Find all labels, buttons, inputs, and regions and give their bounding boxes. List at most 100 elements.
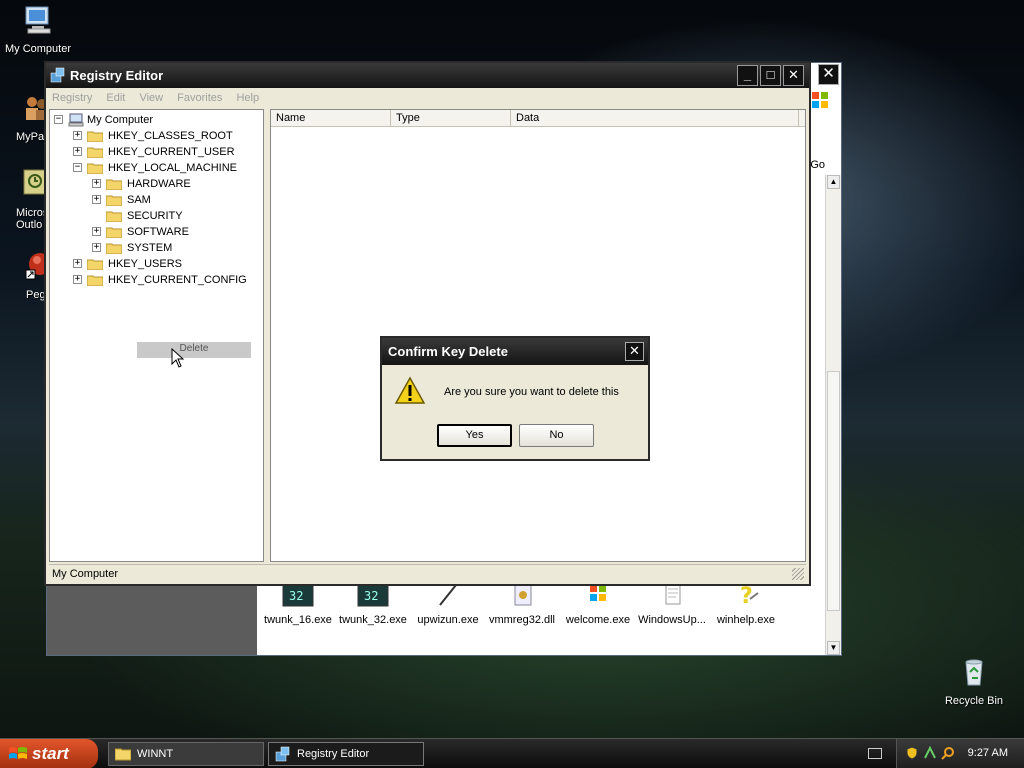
scroll-up-arrow[interactable]: ▲ [827, 175, 840, 189]
file-label: winhelp.exe [716, 614, 776, 626]
collapse-icon[interactable]: − [54, 115, 63, 124]
tree-node-hkey-classes-root[interactable]: + HKEY_CLASSES_ROOT [73, 128, 253, 144]
tree-node-sam[interactable]: + SAM [92, 192, 252, 208]
tree-node-my-computer[interactable]: − My Computer [54, 112, 254, 128]
file-label: WindowsUp... [638, 614, 706, 626]
folder-icon [106, 211, 122, 222]
dialog-titlebar[interactable]: Confirm Key Delete ✕ [382, 338, 648, 365]
expand-icon[interactable]: + [92, 243, 101, 252]
tree-node-hardware[interactable]: + HARDWARE [92, 176, 252, 192]
registry-editor-titlebar[interactable]: Registry Editor _ □ ✕ [46, 63, 809, 88]
key-tree[interactable]: − My Computer + HKEY_CLASSES_ROOT + HKEY… [49, 109, 264, 562]
menu-favorites[interactable]: Favorites [177, 92, 222, 104]
windows-flag-icon [590, 585, 606, 601]
tree-node-software[interactable]: + SOFTWARE [92, 224, 252, 240]
clock[interactable]: 9:27 AM [968, 747, 1008, 759]
desktop-icon-label: Micros Outlo [16, 207, 49, 231]
desktop-icon-recycle-bin[interactable]: Recycle Bin [934, 656, 1014, 707]
desktop-icon-label: Recycle Bin [944, 695, 1004, 707]
expand-icon[interactable]: + [73, 131, 82, 140]
tree-node-hkey-current-config[interactable]: + HKEY_CURRENT_CONFIG [73, 272, 258, 288]
no-button[interactable]: No [519, 424, 594, 447]
menu-edit[interactable]: Edit [106, 92, 125, 104]
svg-text:32: 32 [364, 589, 378, 603]
background-window-close-button[interactable]: ✕ [818, 64, 839, 85]
column-header-name[interactable]: Name [271, 110, 391, 126]
status-text: My Computer [52, 568, 119, 580]
menu-help[interactable]: Help [236, 92, 259, 104]
resize-grip[interactable] [792, 568, 804, 580]
dialog-close-button[interactable]: ✕ [625, 342, 644, 361]
collapse-icon[interactable]: − [73, 163, 82, 172]
file-label: welcome.exe [565, 614, 631, 626]
tree-node-hkey-current-user[interactable]: + HKEY_CURRENT_USER [73, 144, 253, 160]
expand-icon[interactable]: + [73, 147, 82, 156]
folder-icon [87, 147, 103, 158]
tree-node-hkey-users[interactable]: + HKEY_USERS [73, 256, 253, 272]
tree-node-label: HARDWARE [127, 178, 191, 190]
dll-icon [514, 584, 532, 606]
expand-icon[interactable]: + [73, 275, 82, 284]
folder-icon [106, 227, 122, 238]
scroll-thumb[interactable] [827, 371, 840, 611]
folder-icon [87, 259, 103, 270]
expand-icon[interactable]: + [73, 259, 82, 268]
column-header-data[interactable]: Data [511, 110, 799, 126]
scroll-down-arrow[interactable]: ▼ [827, 641, 840, 655]
windows-flag-icon [9, 747, 27, 759]
network-icon[interactable] [923, 746, 937, 760]
desktop-icon-my-computer[interactable]: My Computer [0, 4, 78, 55]
file-item[interactable]: 32 twunk_16.exe [259, 583, 337, 626]
tree-node-hkey-local-machine[interactable]: − HKEY_LOCAL_MACHINE [73, 160, 253, 176]
maximize-button[interactable]: □ [760, 65, 781, 86]
folder-icon [87, 131, 103, 142]
help-icon: ? [740, 584, 759, 609]
file-item[interactable]: upwizun.exe [409, 583, 487, 626]
taskbar-item-registry-editor[interactable]: Registry Editor [268, 742, 424, 766]
wand-icon [439, 584, 457, 606]
windows-logo-icon [812, 92, 828, 108]
expand-icon[interactable]: + [92, 195, 101, 204]
keyboard-icon[interactable] [868, 748, 882, 759]
taskbar-item-winnt[interactable]: WINNT [108, 742, 264, 766]
vertical-scrollbar[interactable]: ▲ ▼ [825, 175, 841, 655]
task-pane [47, 585, 257, 655]
taskbar-item-label: WINNT [137, 748, 174, 760]
column-header-type[interactable]: Type [391, 110, 511, 126]
tree-node-label: SOFTWARE [127, 226, 189, 238]
exe-32-icon: 32 [282, 583, 314, 607]
dialog-title: Confirm Key Delete [388, 344, 508, 359]
security-shield-icon[interactable] [905, 746, 919, 760]
file-item[interactable]: WindowsUp... [633, 583, 711, 626]
start-button[interactable]: start [0, 739, 98, 768]
context-menu-delete-item[interactable]: Delete [137, 342, 251, 358]
file-label: vmmreg32.dll [488, 614, 556, 626]
yes-button[interactable]: Yes [437, 424, 512, 447]
registry-editor-window[interactable]: Registry Editor _ □ ✕ Registry Edit View… [44, 61, 811, 586]
taskbar-item-label: Registry Editor [297, 748, 370, 760]
expand-icon[interactable]: + [92, 179, 101, 188]
registry-editor-icon [275, 746, 290, 762]
dialog-message: Are you sure you want to delete this [444, 386, 619, 398]
taskbar: start WINNT Registry Editor 9:27 AM [0, 738, 1024, 768]
minimize-button[interactable]: _ [737, 65, 758, 86]
folder-icon [87, 275, 103, 286]
close-button[interactable]: ✕ [783, 65, 804, 86]
menu-bar: Registry Edit View Favorites Help [46, 88, 809, 108]
file-label: upwizun.exe [417, 614, 479, 626]
folder-icon [106, 195, 122, 206]
menu-view[interactable]: View [139, 92, 163, 104]
menu-registry[interactable]: Registry [52, 92, 92, 104]
tree-node-security[interactable]: SECURITY [92, 208, 252, 224]
tree-node-label: My Computer [87, 114, 154, 126]
expand-icon[interactable]: + [92, 227, 101, 236]
file-item[interactable]: ? winhelp.exe [707, 583, 785, 626]
search-icon[interactable] [941, 746, 955, 760]
file-item[interactable]: vmmreg32.dll [483, 583, 561, 626]
go-button[interactable]: Go [810, 159, 825, 171]
tree-node-label: SAM [127, 194, 151, 206]
file-item[interactable]: welcome.exe [559, 583, 637, 626]
file-item[interactable]: 32 twunk_32.exe [334, 583, 412, 626]
tree-node-system[interactable]: + SYSTEM [92, 240, 252, 256]
confirm-key-delete-dialog[interactable]: Confirm Key Delete ✕ Are you sure you wa… [380, 336, 650, 461]
